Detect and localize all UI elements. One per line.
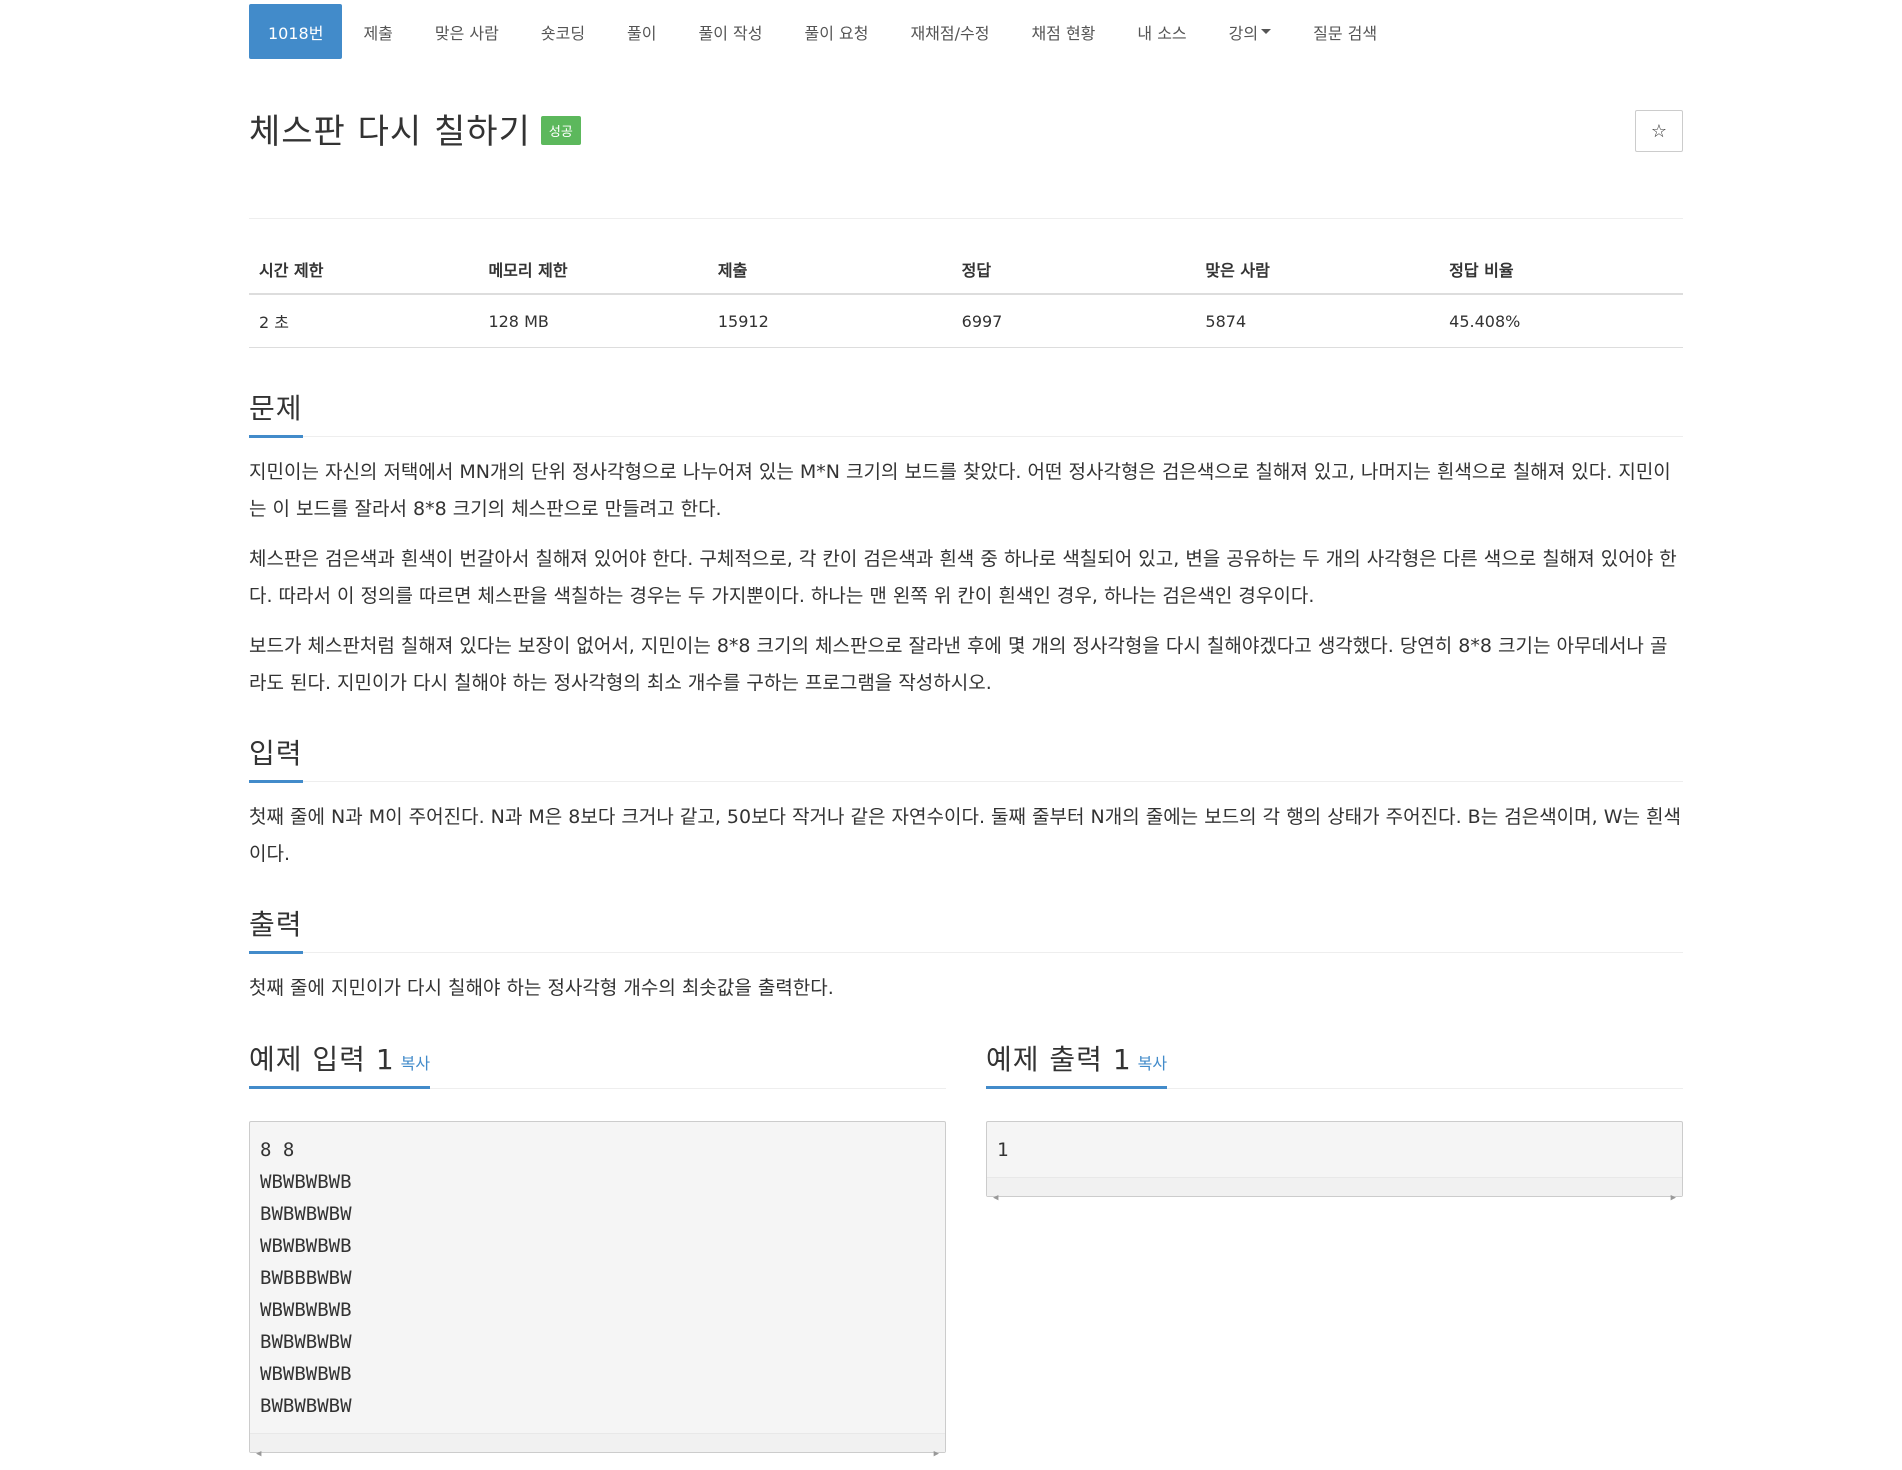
status-badge: 성공 <box>540 116 581 145</box>
problem-page: 1018번 제출 맞은 사람 숏코딩 풀이 풀이 작성 풀이 요청 재채점/수정… <box>249 0 1683 1459</box>
problem-description-paragraph: 지민이는 자신의 저택에서 MN개의 단위 정사각형으로 나누어져 있는 M*N… <box>249 461 1671 520</box>
favorite-button[interactable]: ☆ <box>1635 110 1683 152</box>
scroll-right-icon[interactable]: ▶ <box>1671 1182 1676 1214</box>
sample-input-heading: 예제 입력 1 복사 <box>249 1038 431 1089</box>
tab-write-solution[interactable]: 풀이 작성 <box>678 4 784 59</box>
stats-header-time-limit: 시간 제한 <box>249 245 479 295</box>
tab-status[interactable]: 채점 현황 <box>1010 4 1116 59</box>
output-heading: 출력 <box>249 903 303 954</box>
input-heading: 입력 <box>249 732 303 783</box>
stats-header-memory-limit: 메모리 제한 <box>478 245 708 295</box>
scroll-left-icon[interactable]: ◀ <box>993 1182 998 1214</box>
tab-problem-number[interactable]: 1018번 <box>249 4 343 59</box>
copy-sample-output-link[interactable]: 복사 <box>1138 1054 1167 1073</box>
horizontal-scrollbar[interactable]: ◀ ▶ <box>987 1177 1682 1203</box>
stats-solved-users: 5874 <box>1195 294 1440 348</box>
stats-time-limit: 2 초 <box>249 294 479 348</box>
tab-request-solution[interactable]: 풀이 요청 <box>783 4 889 59</box>
stats-memory-limit: 128 MB <box>478 294 708 348</box>
sample-input: 예제 입력 1 복사 8 8 WBWBWBWB BWBWBWBW WBWBWBWB… <box>249 1037 946 1459</box>
stats-accept-ratio: 45.408% <box>1439 294 1683 348</box>
input-paragraph: 첫째 줄에 N과 M이 주어진다. N과 M은 8보다 크거나 같고, 50보다… <box>249 806 1681 865</box>
sample-input-title: 예제 입력 1 <box>249 1043 395 1076</box>
sample-output-header: 예제 출력 1 복사 <box>986 1037 1683 1089</box>
stats-header-accepted: 정답 <box>951 245 1196 295</box>
problem-description-paragraph: 보드가 체스판처럼 칠해져 있다는 보장이 없어서, 지민이는 8*8 크기의 … <box>249 635 1668 694</box>
tab-solutions[interactable]: 풀이 <box>606 4 677 59</box>
scroll-right-icon[interactable]: ▶ <box>934 1438 939 1470</box>
stats-header-accept-ratio: 정답 비율 <box>1439 245 1683 295</box>
problem-nav: 1018번 제출 맞은 사람 숏코딩 풀이 풀이 작성 풀이 요청 재채점/수정… <box>249 4 1683 59</box>
problem-stats-table: 시간 제한 메모리 제한 제출 정답 맞은 사람 정답 비율 2 초 128 M… <box>249 245 1683 348</box>
caret-down-icon <box>1261 29 1272 34</box>
horizontal-scrollbar[interactable]: ◀ ▶ <box>250 1433 945 1459</box>
sample-output: 예제 출력 1 복사 1 ◀ ▶ <box>986 1037 1683 1453</box>
page-title: 체스판 다시 칠하기 성공 <box>249 104 581 153</box>
tab-short-coding[interactable]: 숏코딩 <box>520 4 606 59</box>
star-icon: ☆ <box>1650 120 1668 142</box>
stats-value-row: 2 초 128 MB 15912 6997 5874 45.408% <box>249 294 1683 348</box>
sample-output-heading: 예제 출력 1 복사 <box>986 1038 1168 1089</box>
sample-input-header: 예제 입력 1 복사 <box>249 1037 946 1089</box>
title-row: 체스판 다시 칠하기 성공 ☆ <box>249 104 1683 219</box>
output-paragraph: 첫째 줄에 지민이가 다시 칠해야 하는 정사각형 개수의 최솟값을 출력한다. <box>249 977 834 999</box>
tab-lectures-label: 강의 <box>1228 23 1259 43</box>
output-section: 출력 첫째 줄에 지민이가 다시 칠해야 하는 정사각형 개수의 최솟값을 출력… <box>249 903 1683 1007</box>
section-divider <box>249 781 1683 782</box>
problem-description-paragraph: 체스판은 검은색과 흰색이 번갈아서 칠해져 있어야 한다. 구체적으로, 각 … <box>249 548 1677 607</box>
stats-accepted: 6997 <box>951 294 1196 348</box>
stats-submissions: 15912 <box>707 294 952 348</box>
tab-my-source[interactable]: 내 소스 <box>1116 4 1207 59</box>
tab-question-search[interactable]: 질문 검색 <box>1292 4 1398 59</box>
sample-input-code[interactable]: 8 8 WBWBWBWB BWBWBWBW WBWBWBWB BWBBBWBW … <box>249 1121 946 1459</box>
copy-sample-input-link[interactable]: 복사 <box>401 1054 430 1073</box>
sample-output-title: 예제 출력 1 <box>986 1043 1132 1076</box>
tab-submit[interactable]: 제출 <box>342 4 413 59</box>
section-divider <box>249 952 1683 953</box>
stats-header-solved-users: 맞은 사람 <box>1195 245 1440 295</box>
stats-header-row: 시간 제한 메모리 제한 제출 정답 맞은 사람 정답 비율 <box>249 245 1683 295</box>
tab-lectures[interactable]: 강의 <box>1208 4 1292 59</box>
section-divider <box>249 436 1683 437</box>
problem-title: 체스판 다시 칠하기 <box>249 112 531 152</box>
sample-output-text: 1 <box>997 1139 1009 1161</box>
tab-rejudge[interactable]: 재채점/수정 <box>889 4 1010 59</box>
stats-header-submissions: 제출 <box>707 245 952 295</box>
problem-description-section: 문제 지민이는 자신의 저택에서 MN개의 단위 정사각형으로 나누어져 있는 … <box>249 387 1683 702</box>
scroll-left-icon[interactable]: ◀ <box>256 1438 261 1470</box>
samples-row: 예제 입력 1 복사 8 8 WBWBWBWB BWBWBWBW WBWBWBWB… <box>249 1037 1683 1459</box>
input-section: 입력 첫째 줄에 N과 M이 주어진다. N과 M은 8보다 크거나 같고, 5… <box>249 732 1683 873</box>
sample-input-text: 8 8 WBWBWBWB BWBWBWBW WBWBWBWB BWBBBWBW … <box>260 1139 352 1417</box>
problem-description-heading: 문제 <box>249 387 303 438</box>
tab-accepted-users[interactable]: 맞은 사람 <box>414 4 520 59</box>
sample-output-code[interactable]: 1 ◀ ▶ <box>986 1121 1683 1203</box>
